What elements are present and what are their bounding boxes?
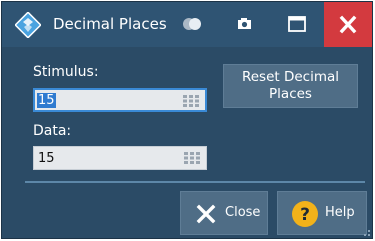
maximize-button[interactable] <box>277 2 317 47</box>
maximize-icon <box>288 16 306 32</box>
reset-button-label: Reset Decimal Places <box>241 69 340 102</box>
stimulus-label: Stimulus: <box>33 64 99 80</box>
toggle-icon <box>183 18 201 30</box>
title-close-button[interactable] <box>324 2 372 47</box>
keypad-icon[interactable] <box>183 95 199 107</box>
data-value: 15 <box>38 151 55 166</box>
resize-grip-icon[interactable] <box>364 230 370 236</box>
screenshot-button[interactable] <box>226 2 262 47</box>
data-label: Data: <box>33 123 72 139</box>
stimulus-value: 15 <box>37 93 56 108</box>
help-button[interactable]: ? Help <box>277 191 367 235</box>
title-bar[interactable]: Decimal Places <box>2 2 372 47</box>
svg-text:?: ? <box>300 205 310 225</box>
help-icon: ? <box>292 201 318 227</box>
decimal-places-dialog: Decimal Places Stimulus: 15 Data: 15 Res… <box>1 1 373 239</box>
close-button[interactable]: Close <box>180 191 268 235</box>
help-button-label: Help <box>325 205 355 220</box>
close-button-label: Close <box>225 205 261 220</box>
stimulus-input[interactable]: 15 <box>33 88 207 112</box>
keypad-icon[interactable] <box>184 152 200 164</box>
rohde-schwarz-logo-icon <box>15 12 41 38</box>
separator <box>25 181 365 183</box>
reset-decimal-places-button[interactable]: Reset Decimal Places <box>223 64 358 108</box>
data-input[interactable]: 15 <box>33 146 207 170</box>
toggle-transparency-button[interactable] <box>174 2 210 47</box>
close-x-icon <box>196 204 216 224</box>
dialog-title: Decimal Places <box>53 15 167 33</box>
camera-icon <box>238 18 251 29</box>
close-icon <box>339 15 357 34</box>
